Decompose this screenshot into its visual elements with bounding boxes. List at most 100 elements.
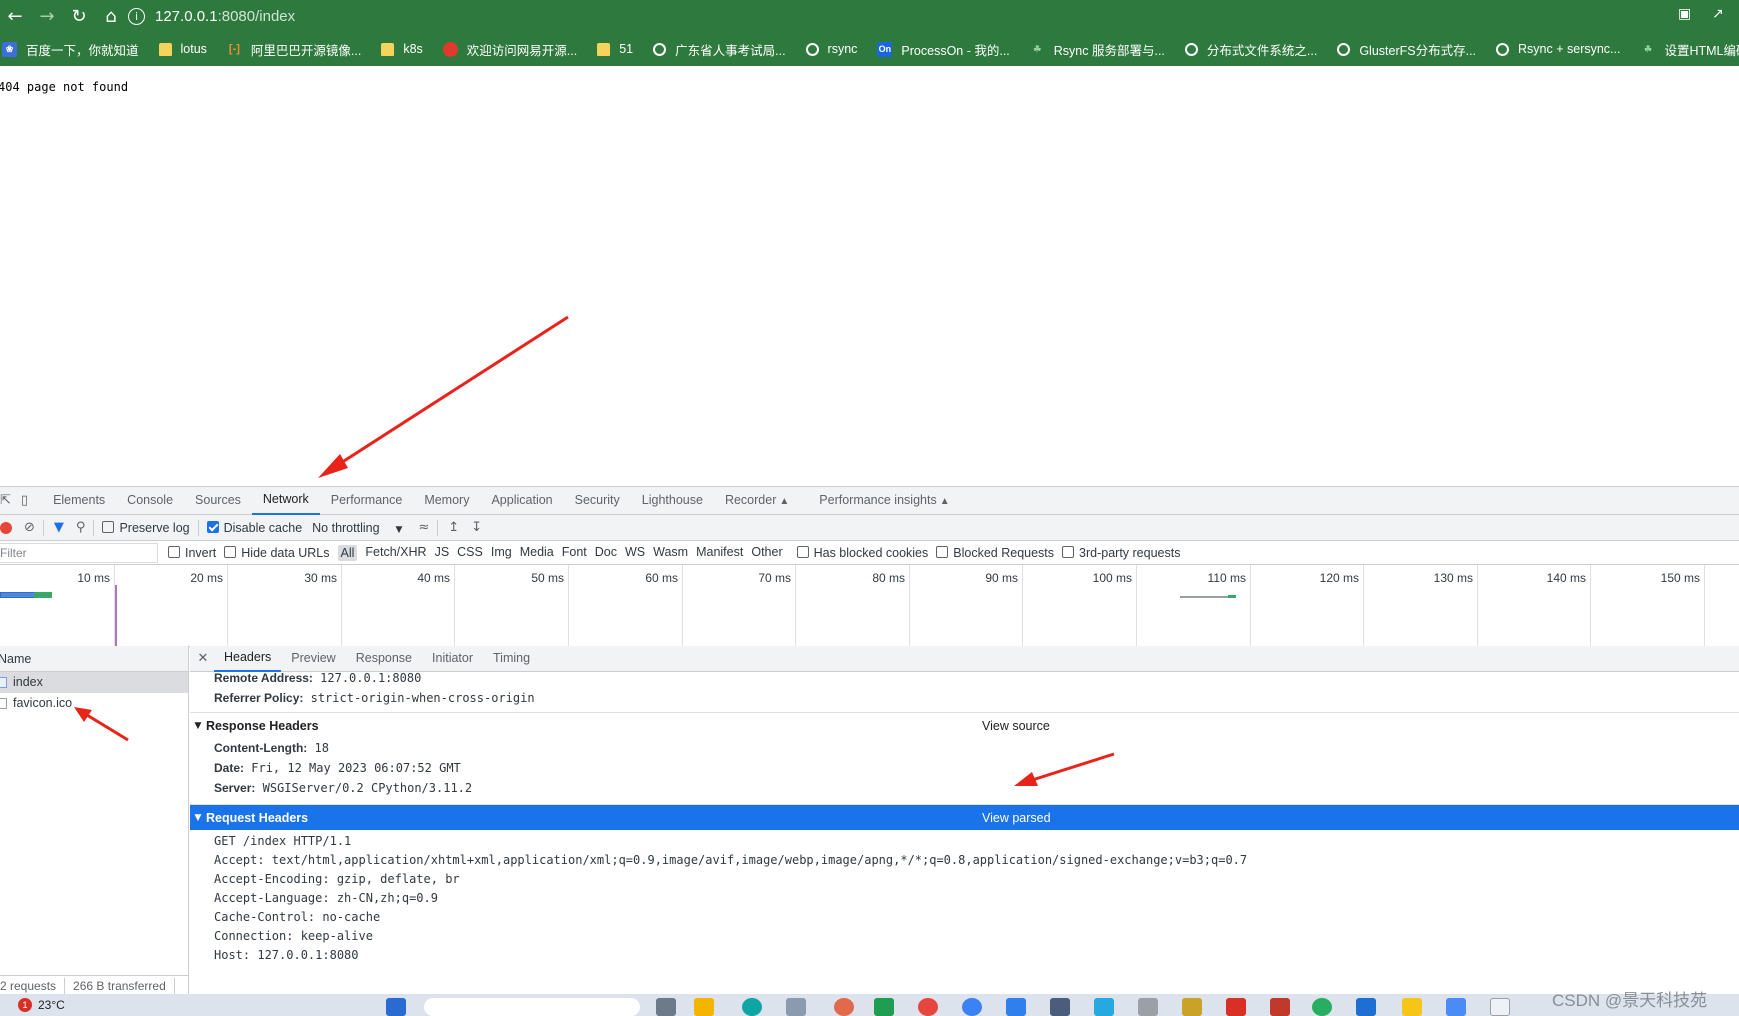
devtools-tab-network[interactable]: Network [251, 486, 320, 515]
view-source-toggle[interactable]: View source [982, 719, 1050, 733]
devtools-tab-performance[interactable]: Performance [320, 487, 414, 514]
export-har-icon[interactable]: ↧ [471, 520, 482, 535]
app-icon[interactable] [1182, 998, 1202, 1016]
search-icon[interactable]: ⚲ [76, 520, 86, 535]
clear-icon[interactable]: ⊘ [24, 520, 35, 535]
record-icon[interactable] [0, 521, 12, 534]
start-icon[interactable] [386, 998, 406, 1016]
type-filter-other[interactable]: Other [751, 545, 782, 561]
devtools-tab-elements[interactable]: Elements [42, 487, 116, 514]
type-filter-media[interactable]: Media [520, 545, 554, 561]
app-icon[interactable] [962, 998, 982, 1016]
type-filter-img[interactable]: Img [491, 545, 512, 561]
devtools-tab-memory[interactable]: Memory [413, 487, 480, 514]
import-har-icon[interactable]: ↥ [448, 520, 459, 535]
network-conditions-icon[interactable]: ≈ [418, 520, 429, 535]
invert-checkbox[interactable]: Invert [168, 545, 216, 560]
view-parsed-toggle[interactable]: View parsed [982, 811, 1051, 825]
bookmark-item[interactable]: k8s [377, 42, 423, 56]
bookmark-item[interactable]: 51 [593, 42, 633, 56]
bookmark-item[interactable]: [-] 阿里巴巴开源镜像... [223, 40, 361, 59]
devtools-tab-console[interactable]: Console [116, 487, 184, 514]
inspect-element-icon[interactable]: ⇱ [0, 493, 11, 508]
app-icon[interactable] [874, 998, 894, 1016]
bookmark-item[interactable]: 欢迎访问网易开源... [439, 40, 577, 59]
app-icon[interactable] [1356, 998, 1376, 1016]
app-icon[interactable] [1270, 998, 1290, 1016]
devtools-tab-recorder[interactable]: Recorder ▲ [714, 487, 800, 515]
wechat-icon[interactable] [1312, 998, 1332, 1016]
vscode-icon[interactable] [1006, 998, 1026, 1016]
app-icon[interactable] [1490, 998, 1510, 1016]
app-icon[interactable] [1094, 998, 1114, 1016]
share-icon[interactable]: ↗ [1712, 6, 1724, 22]
blocked-requests-checkbox[interactable]: Blocked Requests [936, 545, 1054, 560]
type-filter-all[interactable]: All [337, 544, 358, 561]
site-info-icon[interactable]: i [128, 7, 145, 25]
task-view-icon[interactable] [656, 998, 676, 1016]
bookmark-item[interactable]: ☘ 设置HTML编码为U... [1636, 40, 1739, 59]
devtools-tab-application[interactable]: Application [480, 487, 563, 514]
bookmark-item[interactable]: Rsync + sersync... [1492, 42, 1620, 56]
bookmark-item[interactable]: GlusterFS分布式存... [1333, 40, 1476, 59]
devtools-tab-sources[interactable]: Sources [184, 487, 252, 514]
type-filter-fetch-xhr[interactable]: Fetch/XHR [365, 545, 426, 561]
app-icon[interactable] [1226, 998, 1246, 1016]
detail-tab-timing[interactable]: Timing [483, 646, 540, 671]
app-icon[interactable] [1402, 998, 1422, 1016]
chrome-icon[interactable] [918, 998, 938, 1016]
home-icon[interactable]: ⌂ [98, 3, 124, 29]
bookmark-item[interactable]: rsync [802, 42, 857, 56]
type-filter-ws[interactable]: WS [625, 545, 645, 561]
reload-icon[interactable]: ↻ [66, 3, 92, 29]
bookmark-item[interactable]: 分布式文件系统之... [1181, 40, 1317, 59]
third-party-checkbox[interactable]: 3rd-party requests [1062, 545, 1180, 560]
translate-icon[interactable]: ▣ [1678, 6, 1691, 22]
tab-label: Performance insights [819, 492, 937, 507]
type-filter-wasm[interactable]: Wasm [653, 545, 688, 561]
type-filter-css[interactable]: CSS [457, 545, 483, 561]
close-icon[interactable]: ✕ [192, 651, 214, 666]
type-filter-manifest[interactable]: Manifest [696, 545, 743, 561]
throttling-select[interactable]: No throttling ▼ [312, 521, 402, 535]
request-row-index[interactable]: index [0, 672, 188, 693]
disable-cache-checkbox[interactable]: Disable cache [206, 520, 302, 535]
app-icon[interactable] [1050, 998, 1070, 1016]
network-timeline-overview[interactable]: 10 ms 20 ms 30 ms 40 ms 50 ms 60 ms 70 ms 80 ms… [0, 565, 1739, 647]
app-icon[interactable] [786, 998, 806, 1016]
back-arrow-icon[interactable]: ← [2, 3, 28, 29]
type-filter-doc[interactable]: Doc [595, 545, 617, 561]
type-filter-font[interactable]: Font [562, 545, 587, 561]
app-icon[interactable] [1138, 998, 1158, 1016]
taskbar-search-box[interactable] [424, 998, 640, 1016]
name-column-header[interactable]: Name [0, 646, 188, 672]
app-icon[interactable] [834, 998, 854, 1016]
forward-arrow-icon[interactable]: → [34, 3, 60, 29]
request-headers-section[interactable]: ▼ Request Headers View parsed [190, 804, 1739, 830]
devtools-tab-lighthouse[interactable]: Lighthouse [631, 487, 714, 514]
device-toolbar-icon[interactable]: ▯ [21, 493, 28, 508]
bookmark-item[interactable]: On ProcessOn - 我的... [873, 40, 1010, 59]
bookmark-item[interactable]: ☘ Rsync 服务部署与... [1026, 40, 1165, 59]
bookmark-item[interactable]: lotus [155, 42, 207, 56]
detail-tab-preview[interactable]: Preview [281, 646, 345, 671]
filter-funnel-icon[interactable]: ▼ [54, 520, 64, 535]
response-headers-section[interactable]: ▼ Response Headers View source [190, 712, 1739, 738]
bookmark-item[interactable]: 广东省人事考试局... [649, 40, 786, 59]
address-bar[interactable]: i 127.0.0.1:8080/index [128, 3, 1698, 29]
detail-tab-initiator[interactable]: Initiator [422, 646, 483, 671]
file-explorer-icon[interactable] [694, 998, 714, 1016]
hide-data-urls-checkbox[interactable]: Hide data URLs [224, 545, 330, 560]
bookmark-item[interactable]: ❀ 百度一下，你就知道 [0, 40, 139, 59]
detail-tab-response[interactable]: Response [346, 646, 422, 671]
devtools-tab-security[interactable]: Security [564, 487, 631, 514]
weather-widget[interactable]: 1 23°C [18, 998, 65, 1012]
type-filter-js[interactable]: JS [435, 545, 450, 561]
app-icon[interactable] [1446, 998, 1466, 1016]
edge-icon[interactable] [742, 998, 762, 1016]
filter-input[interactable]: Filter [0, 542, 158, 563]
preserve-log-checkbox[interactable]: Preserve log [102, 520, 190, 535]
devtools-tab-performance-insights[interactable]: Performance insights ▲ [808, 487, 960, 515]
detail-tab-headers[interactable]: Headers [214, 645, 282, 672]
has-blocked-cookies-checkbox[interactable]: Has blocked cookies [796, 545, 928, 560]
